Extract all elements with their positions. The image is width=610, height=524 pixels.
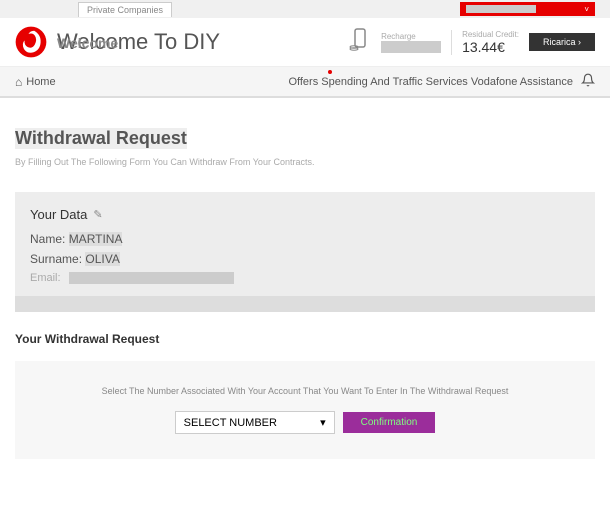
surname-row: Surname: OLIVA	[30, 252, 580, 266]
nav-bar: ⌂ Home Offers Spending And Traffic Servi…	[0, 67, 610, 98]
phone-icon	[349, 28, 371, 57]
content: Withdrawal Request By Filling Out The Fo…	[0, 98, 610, 474]
confirm-button[interactable]: Confirmation	[343, 412, 436, 433]
page-title: Welcome To DIY Welcome	[57, 29, 349, 55]
select-instruction: Select The Number Associated With Your A…	[30, 386, 580, 396]
ricarica-button[interactable]: Ricarica ›	[529, 33, 595, 51]
credit-box: Residual Credit: 13.44€	[451, 30, 519, 55]
email-row: Email:	[30, 272, 580, 284]
bell-icon[interactable]	[581, 73, 595, 90]
surname-value: OLIVA	[85, 252, 119, 266]
recharge-box: Recharge	[381, 32, 441, 53]
request-title: Your Withdrawal Request	[15, 332, 595, 346]
header: Welcome To DIY Welcome Recharge Residual…	[0, 18, 610, 67]
your-data-header: Your Data ✎	[30, 207, 580, 222]
ghost-text: Welcome	[57, 35, 118, 51]
chevron-down-icon: ˅	[584, 5, 589, 14]
name-value: MARTINA	[69, 232, 123, 246]
edit-icon[interactable]: ✎	[93, 208, 102, 221]
nav-home[interactable]: ⌂ Home	[15, 75, 56, 89]
home-icon: ⌂	[15, 75, 22, 89]
withdrawal-desc: By Filling Out The Following Form You Ca…	[15, 157, 595, 167]
withdrawal-title: Withdrawal Request	[15, 128, 187, 149]
your-data-section: Your Data ✎ Name: MARTINA Surname: OLIVA…	[15, 192, 595, 312]
top-bar: Private Companies ˅	[0, 0, 610, 18]
credit-label: Residual Credit:	[462, 30, 519, 39]
chevron-down-icon: ▾	[320, 416, 326, 429]
nav-menu[interactable]: Offers Spending And Traffic Services Vod…	[288, 76, 573, 88]
credit-area: Recharge Residual Credit: 13.44€ Ricaric…	[349, 28, 595, 57]
email-value-redacted	[69, 272, 234, 284]
select-section: Select The Number Associated With Your A…	[15, 361, 595, 459]
data-footer	[15, 296, 595, 312]
recharge-bar	[381, 41, 441, 53]
number-select[interactable]: SELECT NUMBER ▾	[175, 411, 335, 434]
credit-value: 13.44€	[462, 39, 519, 55]
select-row: SELECT NUMBER ▾ Confirmation	[30, 411, 580, 434]
search-input-placeholder	[466, 5, 536, 13]
search-area[interactable]: ˅	[460, 2, 595, 16]
name-row: Name: MARTINA	[30, 232, 580, 246]
recharge-label: Recharge	[381, 32, 441, 41]
indicator-dot	[328, 70, 332, 74]
tab-private-companies[interactable]: Private Companies	[78, 2, 172, 17]
email-label: Email:	[30, 272, 61, 284]
vodafone-logo	[15, 26, 47, 58]
